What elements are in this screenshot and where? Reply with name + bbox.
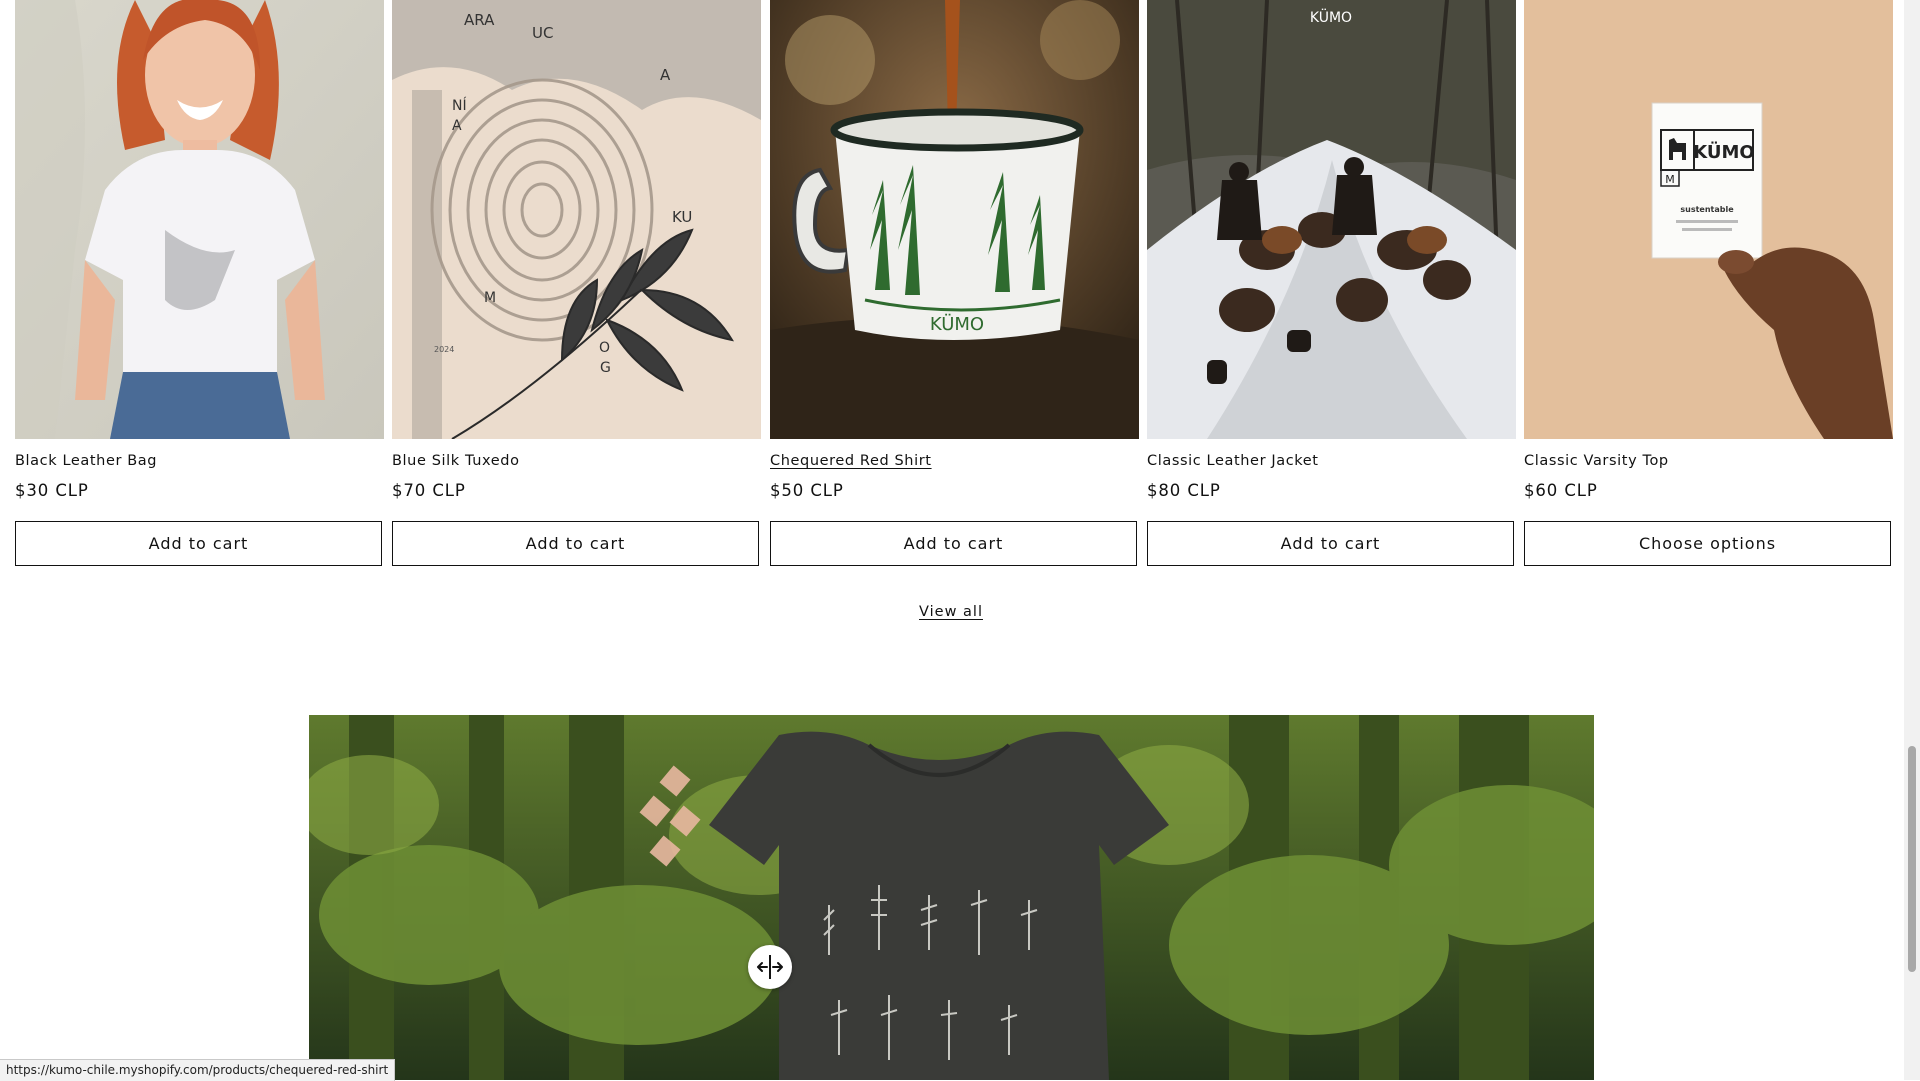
poster-letters: KU: [672, 208, 692, 226]
product-image[interactable]: ARA UC A NÍ A KU M O G 2024: [392, 0, 761, 439]
product-image[interactable]: [15, 0, 384, 439]
product-title-link[interactable]: Classic Varsity Top: [1524, 453, 1669, 469]
add-to-cart-button[interactable]: Add to cart: [15, 521, 382, 566]
product-price: $50 CLP: [770, 481, 844, 500]
brand-watermark: KÜMO: [1310, 8, 1352, 26]
product-image[interactable]: M KÜMO sustentable: [1524, 0, 1893, 439]
product-title-link[interactable]: Blue Silk Tuxedo: [392, 453, 520, 469]
hang-tag-photo: M KÜMO sustentable: [1524, 0, 1893, 439]
tag-size: M: [1665, 173, 1675, 186]
image-comparison-banner[interactable]: [309, 715, 1594, 1080]
tag-brand: KÜMO: [1693, 141, 1754, 163]
product-price: $60 CLP: [1524, 481, 1598, 500]
forest-tshirt-image: [309, 715, 1594, 1080]
add-to-cart-button[interactable]: Add to cart: [770, 521, 1137, 566]
view-all-link[interactable]: View all: [919, 604, 983, 620]
choose-options-button[interactable]: Choose options: [1524, 521, 1891, 566]
poster-letters: ARA: [464, 11, 495, 29]
poster-letters: UC: [532, 24, 553, 42]
compare-slider-handle[interactable]: [748, 945, 792, 989]
mug-brand: KÜMO: [930, 313, 984, 335]
page-scrollbar[interactable]: [1904, 0, 1920, 1080]
poster-letters: NÍ: [452, 97, 467, 114]
add-to-cart-button[interactable]: Add to cart: [1147, 521, 1514, 566]
link-status-url: https://kumo-chile.myshopify.com/product…: [0, 1059, 396, 1081]
tree-ring-poster: ARA UC A NÍ A KU M O G 2024: [392, 0, 761, 439]
product-price: $30 CLP: [15, 481, 89, 500]
view-all-container: View all: [0, 604, 1902, 620]
poster-letters: A: [452, 118, 462, 134]
poster-letters: O: [599, 340, 610, 356]
tag-text: sustentable: [1680, 205, 1734, 214]
poster-letters: G: [600, 360, 611, 376]
product-image[interactable]: KÜMO: [1147, 0, 1516, 439]
product-image[interactable]: KÜMO: [770, 0, 1139, 439]
enamel-mug-photo: KÜMO: [770, 0, 1139, 439]
product-title-link[interactable]: Classic Leather Jacket: [1147, 453, 1319, 469]
snow-riders-photo: KÜMO: [1147, 0, 1516, 439]
product-price: $70 CLP: [392, 481, 466, 500]
poster-letters: M: [484, 290, 496, 306]
poster-letters: A: [660, 66, 671, 84]
add-to-cart-button[interactable]: Add to cart: [392, 521, 759, 566]
product-title-link[interactable]: Chequered Red Shirt: [770, 453, 932, 469]
product-grid: Black Leather Bag $30 CLP Add to cart AR…: [15, 0, 1893, 572]
product-title-link[interactable]: Black Leather Bag: [15, 453, 157, 469]
poster-year: 2024: [434, 345, 454, 354]
tshirt-model-photo: [15, 0, 384, 439]
compare-arrows-icon: [757, 955, 783, 979]
product-price: $80 CLP: [1147, 481, 1221, 500]
scrollbar-thumb[interactable]: [1908, 746, 1916, 972]
